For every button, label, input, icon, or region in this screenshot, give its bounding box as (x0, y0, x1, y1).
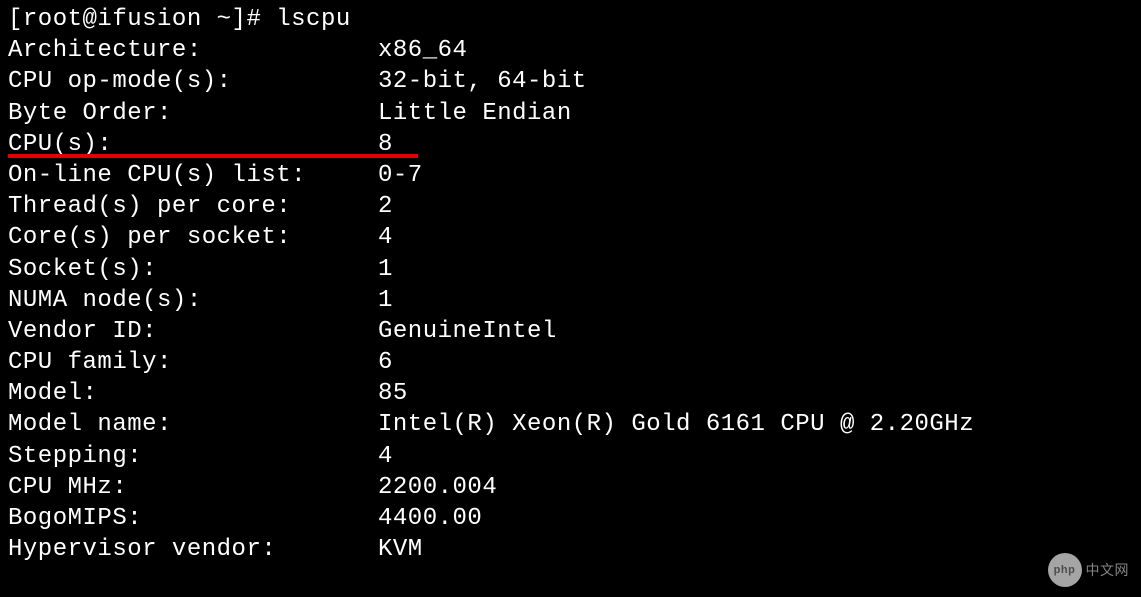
shell-prompt: [root@ifusion ~]# (8, 6, 276, 33)
output-row: Hypervisor vendor:KVM (8, 534, 1133, 565)
output-row: CPU MHz:2200.004 (8, 472, 1133, 503)
output-row: CPU op-mode(s):32-bit, 64-bit (8, 66, 1133, 97)
output-key: BogoMIPS: (8, 503, 378, 534)
output-row: Stepping:4 (8, 441, 1133, 472)
output-row: CPU family:6 (8, 347, 1133, 378)
output-key: Hypervisor vendor: (8, 534, 378, 565)
output-row: Vendor ID:GenuineIntel (8, 316, 1133, 347)
output-key: Core(s) per socket: (8, 222, 378, 253)
output-value: Intel(R) Xeon(R) Gold 6161 CPU @ 2.20GHz (378, 411, 974, 438)
output-key: Thread(s) per core: (8, 191, 378, 222)
output-key: Architecture: (8, 35, 378, 66)
output-value: 1 (378, 287, 393, 314)
output-key: Socket(s): (8, 254, 378, 285)
watermark: php 中文网 (1048, 553, 1130, 587)
output-key: Byte Order: (8, 98, 378, 129)
output-value: Little Endian (378, 100, 572, 127)
output-key: Vendor ID: (8, 316, 378, 347)
output-value: 32-bit, 64-bit (378, 68, 587, 95)
output-value: 4 (378, 443, 393, 470)
highlight-underline (8, 154, 418, 158)
output-row: NUMA node(s):1 (8, 285, 1133, 316)
output-value: 2200.004 (378, 474, 497, 501)
output-value: 4400.00 (378, 505, 482, 532)
output-value: x86_64 (378, 37, 467, 64)
output-row: On-line CPU(s) list:0-7 (8, 160, 1133, 191)
output-value: 4 (378, 224, 393, 251)
output-row: Model:85 (8, 378, 1133, 409)
watermark-label: 中文网 (1086, 561, 1130, 579)
output-value: KVM (378, 536, 423, 563)
output-key: Model name: (8, 409, 378, 440)
output-key: On-line CPU(s) list: (8, 160, 378, 191)
output-row: BogoMIPS:4400.00 (8, 503, 1133, 534)
watermark-logo-icon: php (1048, 553, 1082, 587)
output-value: 6 (378, 349, 393, 376)
output-key: Model: (8, 378, 378, 409)
output-row: Core(s) per socket:4 (8, 222, 1133, 253)
output-key: CPU op-mode(s): (8, 66, 378, 97)
output-key: Stepping: (8, 441, 378, 472)
output-value: 85 (378, 380, 408, 407)
output-row: Byte Order:Little Endian (8, 98, 1133, 129)
output-key: CPU MHz: (8, 472, 378, 503)
command-line[interactable]: [root@ifusion ~]# lscpu (8, 4, 1133, 35)
output-key: CPU family: (8, 347, 378, 378)
output-value: 1 (378, 256, 393, 283)
output-row: Thread(s) per core:2 (8, 191, 1133, 222)
output-value: GenuineIntel (378, 318, 557, 345)
command-text: lscpu (276, 6, 351, 33)
output-value: 2 (378, 193, 393, 220)
output-row: Socket(s):1 (8, 254, 1133, 285)
output-row: Model name:Intel(R) Xeon(R) Gold 6161 CP… (8, 409, 1133, 440)
output-row: Architecture:x86_64 (8, 35, 1133, 66)
output-key: NUMA node(s): (8, 285, 378, 316)
output-value: 0-7 (378, 162, 423, 189)
